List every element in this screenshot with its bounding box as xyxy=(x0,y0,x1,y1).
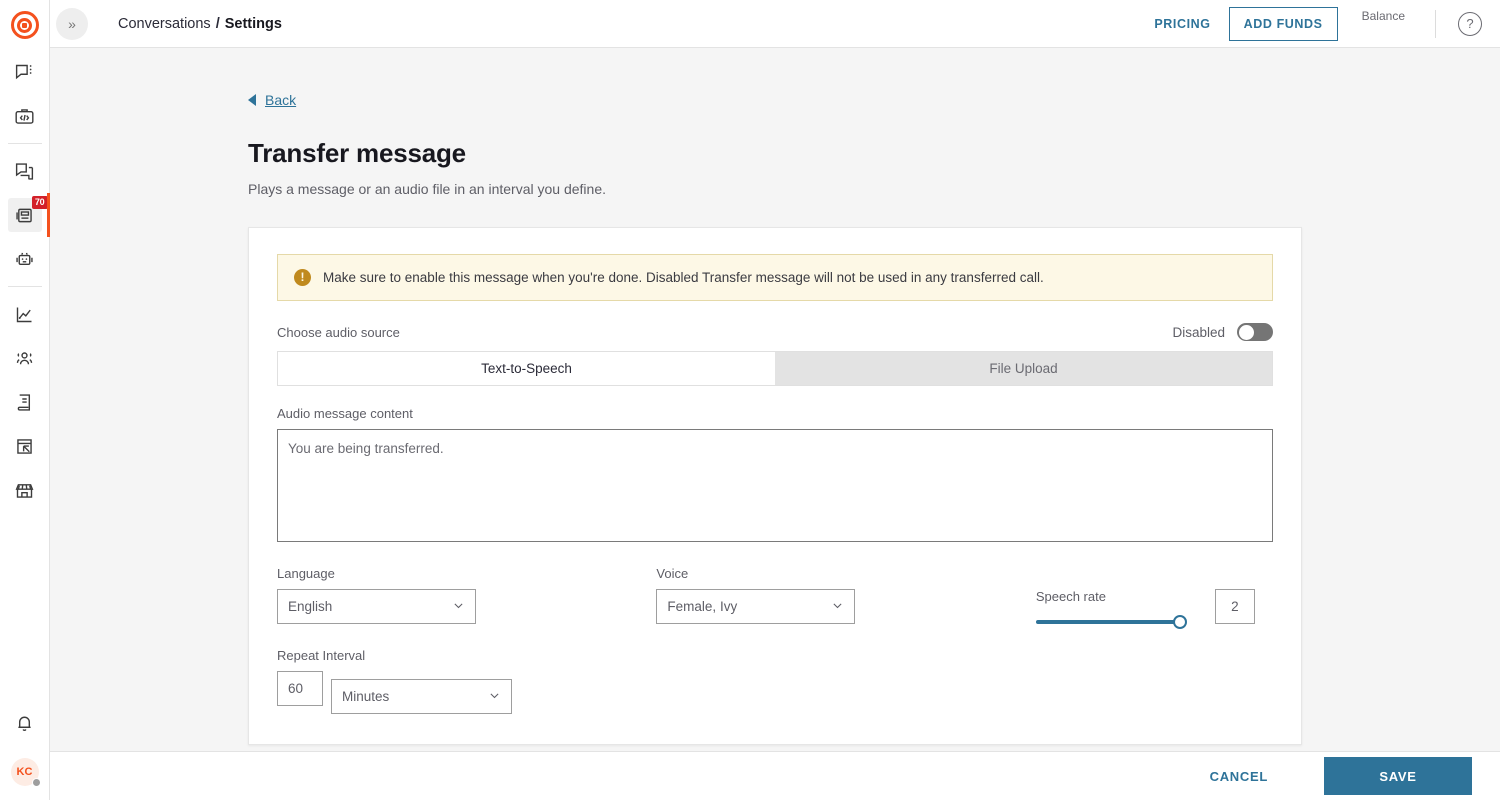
warning-banner: ! Make sure to enable this message when … xyxy=(277,254,1273,301)
toolbar-divider xyxy=(1435,10,1436,38)
speech-rate-slider-block: Speech rate xyxy=(1036,589,1201,624)
briefcase-code-icon xyxy=(14,106,35,127)
presence-dot xyxy=(32,778,41,787)
repeat-interval-unit-value: Minutes xyxy=(342,689,389,704)
app-logo[interactable] xyxy=(0,0,50,50)
repeat-interval-fields: 60 Minutes xyxy=(277,671,1273,714)
settings-card: ! Make sure to enable this message when … xyxy=(248,227,1302,745)
sidebar-item-developers[interactable] xyxy=(8,99,42,133)
slider-handle[interactable] xyxy=(1173,615,1187,629)
arrow-left-icon xyxy=(248,94,256,106)
notifications-button[interactable] xyxy=(8,705,42,739)
language-label: Language xyxy=(277,566,656,581)
content-wrapper: Back Transfer message Plays a message or… xyxy=(50,48,1155,745)
balance-label: Balance xyxy=(1362,9,1405,23)
toggle-knob xyxy=(1239,325,1254,340)
enable-toggle-label: Disabled xyxy=(1172,325,1225,340)
language-value: English xyxy=(288,599,332,614)
exclamation-circle-icon: ! xyxy=(294,269,311,286)
bell-icon xyxy=(14,712,35,733)
people-icon xyxy=(14,348,35,369)
language-select[interactable]: English xyxy=(277,589,476,624)
audio-content-textarea[interactable]: You are being transferred. xyxy=(277,429,1273,542)
add-funds-button[interactable]: ADD FUNDS xyxy=(1229,7,1338,41)
repeat-interval-unit-select[interactable]: Minutes xyxy=(331,679,512,714)
speech-rate-slider[interactable] xyxy=(1036,620,1180,624)
book-icon xyxy=(14,392,35,413)
top-bar: » Conversations / Settings PRICING ADD F… xyxy=(50,0,1500,48)
sidebar-item-flows[interactable] xyxy=(8,429,42,463)
audio-source-tabs: Text-to-Speech File Upload xyxy=(277,351,1273,386)
sidebar-item-contacts[interactable] xyxy=(8,341,42,375)
tab-text-to-speech[interactable]: Text-to-Speech xyxy=(278,352,775,385)
help-icon[interactable]: ? xyxy=(1458,12,1482,36)
voice-group: Voice Female, Ivy xyxy=(656,566,1035,624)
language-group: Language English xyxy=(277,566,656,624)
audio-content-label: Audio message content xyxy=(277,406,1273,421)
sidebar-item-inbox[interactable]: 70 xyxy=(8,198,42,232)
breadcrumb-current: Settings xyxy=(225,16,282,32)
enable-toggle[interactable] xyxy=(1237,323,1273,341)
sidebar-item-analytics[interactable] xyxy=(8,297,42,331)
chevron-down-icon xyxy=(488,689,501,705)
warning-banner-text: Make sure to enable this message when yo… xyxy=(323,270,1044,285)
breadcrumb-separator: / xyxy=(216,16,220,32)
storefront-icon xyxy=(14,480,35,501)
speech-rate-value-input[interactable]: 2 xyxy=(1215,589,1255,624)
sidebar-item-conversations[interactable] xyxy=(8,55,42,89)
cursor-panel-icon xyxy=(14,436,35,457)
chevron-down-icon xyxy=(452,599,465,615)
inbox-badge-count: 70 xyxy=(32,196,48,209)
sidebar-divider-2 xyxy=(8,286,42,287)
robot-icon xyxy=(14,249,35,270)
duplicate-message-icon xyxy=(14,161,35,182)
sidebar-item-campaigns[interactable] xyxy=(8,154,42,188)
chevron-double-right-icon: » xyxy=(68,16,76,32)
sidebar-item-marketplace[interactable] xyxy=(8,473,42,507)
tab-file-upload[interactable]: File Upload xyxy=(775,352,1272,385)
cancel-button[interactable]: CANCEL xyxy=(1188,759,1290,794)
audio-content-group: Audio message content You are being tran… xyxy=(277,406,1273,542)
breadcrumb: Conversations / Settings xyxy=(118,16,282,32)
repeat-interval-label: Repeat Interval xyxy=(277,648,1273,663)
voice-value: Female, Ivy xyxy=(667,599,737,614)
repeat-interval-group: Repeat Interval 60 Minutes xyxy=(277,648,1273,714)
sidebar-footer: KC xyxy=(8,700,42,800)
page-body: Back Transfer message Plays a message or… xyxy=(50,48,1500,751)
sidebar-group-primary: 70 xyxy=(0,50,50,512)
sidebar-item-bots[interactable] xyxy=(8,242,42,276)
page-title: Transfer message xyxy=(248,138,1155,169)
repeat-interval-amount-input[interactable]: 60 xyxy=(277,671,323,706)
audio-source-row: Choose audio source Disabled xyxy=(277,323,1273,341)
action-footer: CANCEL SAVE xyxy=(50,751,1500,800)
voice-label: Voice xyxy=(656,566,1035,581)
expand-sidebar-button[interactable]: » xyxy=(56,8,88,40)
avatar-initials: KC xyxy=(17,766,33,778)
voice-settings-row: Language English Voice Female, Ivy xyxy=(277,566,1273,624)
chevron-down-icon xyxy=(831,599,844,615)
page-subtitle: Plays a message or an audio file in an i… xyxy=(248,181,1155,197)
audio-source-label: Choose audio source xyxy=(277,325,400,340)
speech-rate-group: Speech rate 2 xyxy=(1036,589,1273,624)
chat-bubble-icon xyxy=(14,62,35,83)
left-sidebar: 70 xyxy=(0,0,50,800)
enable-toggle-group[interactable]: Disabled xyxy=(1172,323,1273,341)
back-navigation[interactable]: Back xyxy=(248,92,1155,108)
sidebar-item-documentation[interactable] xyxy=(8,385,42,419)
speech-rate-label: Speech rate xyxy=(1036,589,1201,604)
back-link[interactable]: Back xyxy=(265,92,296,108)
pricing-link[interactable]: PRICING xyxy=(1140,9,1224,39)
avatar[interactable]: KC xyxy=(11,758,39,786)
voice-select[interactable]: Female, Ivy xyxy=(656,589,855,624)
concentric-circles-logo xyxy=(11,11,39,39)
top-bar-actions: PRICING ADD FUNDS Balance ? xyxy=(1140,0,1500,48)
save-button[interactable]: SAVE xyxy=(1324,757,1472,795)
sidebar-divider xyxy=(8,143,42,144)
line-chart-icon xyxy=(14,304,35,325)
breadcrumb-parent[interactable]: Conversations xyxy=(118,16,211,32)
